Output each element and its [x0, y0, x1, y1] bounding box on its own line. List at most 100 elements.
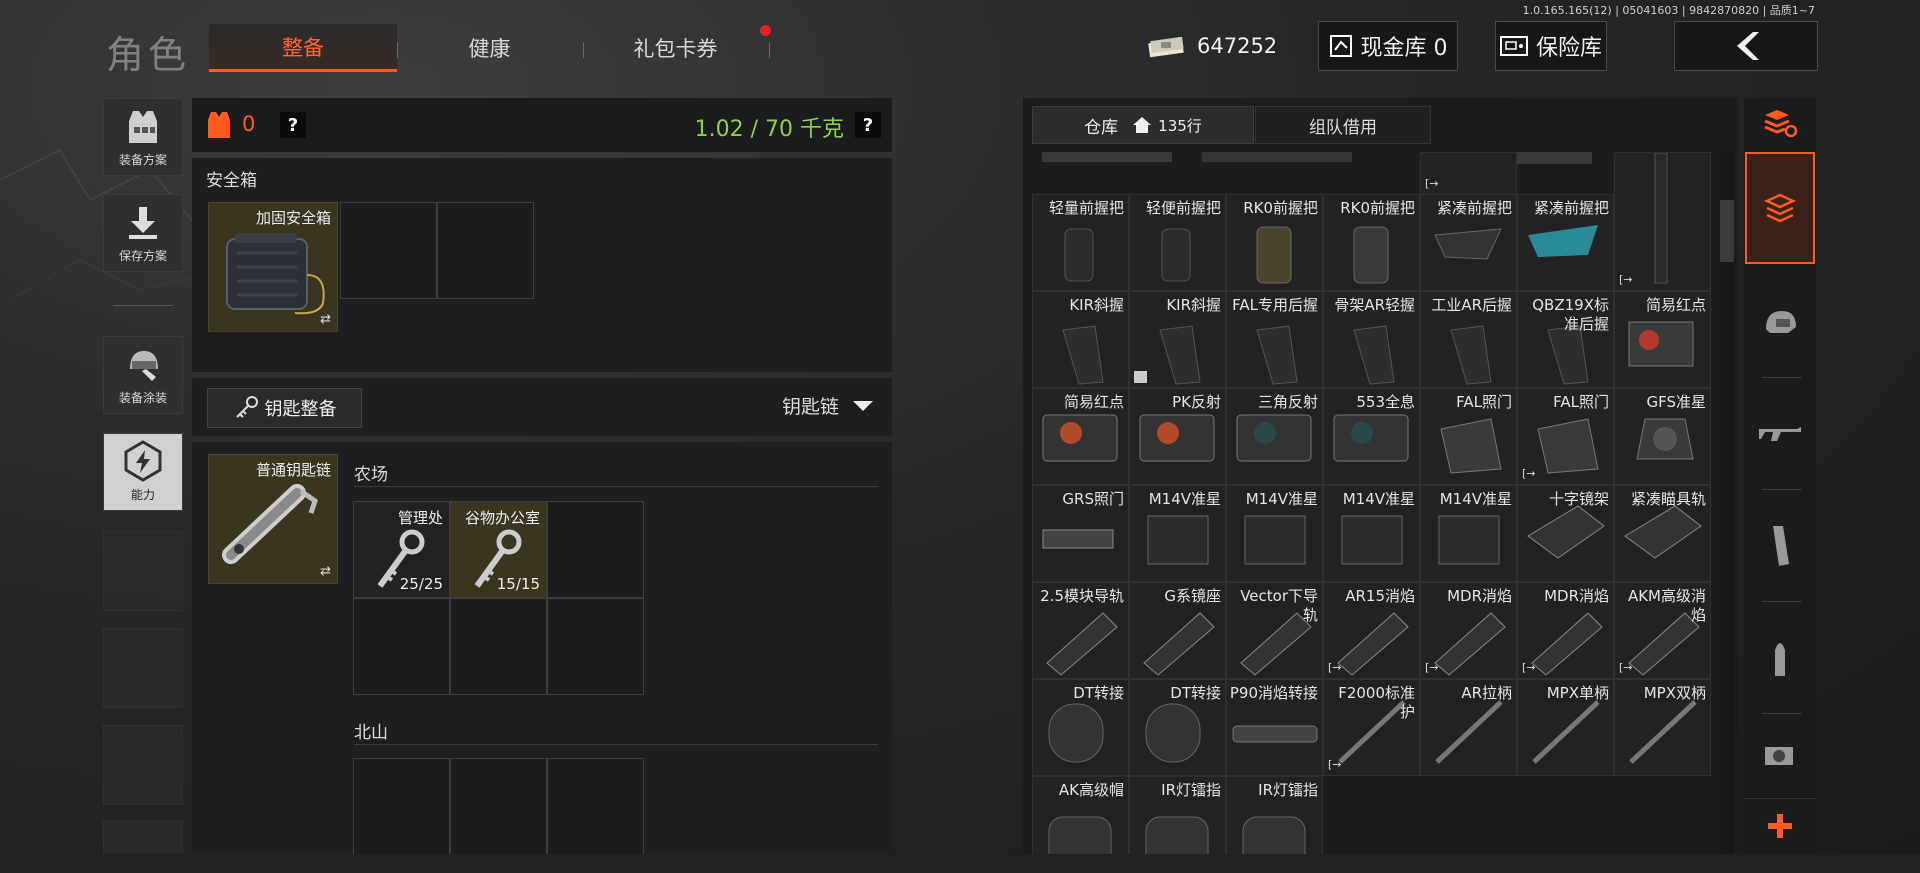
warehouse-item[interactable]: 简易红点	[1614, 291, 1711, 388]
warehouse-item-label: PK反射	[1172, 393, 1221, 411]
tab-team-borrow[interactable]: 组队借用	[1255, 106, 1431, 144]
sidebar-save-plan[interactable]: 保存方案	[103, 194, 183, 272]
warehouse-item[interactable]: FAL照门 [→	[1517, 388, 1614, 485]
cash-vault-button[interactable]: 现金库 0	[1318, 21, 1458, 71]
warehouse-item[interactable]: G系镜座	[1129, 582, 1226, 679]
scrollbar-thumb[interactable]	[1720, 200, 1734, 262]
loadout-header: 0 ? 1.02 / 70 千克 ?	[192, 98, 892, 152]
warehouse-item[interactable]: AR15消焰 [→	[1323, 582, 1420, 679]
sidebar-ability[interactable]: 能力	[103, 433, 183, 511]
warehouse-item[interactable]: KIR斜握	[1129, 291, 1226, 388]
warehouse-item[interactable]: KIR斜握	[1032, 291, 1129, 388]
warehouse-item-label: 三角反射	[1257, 393, 1318, 411]
farm-key-slot[interactable]: 管理处 25/25	[353, 501, 450, 598]
warehouse-item[interactable]: MDR消焰 [→	[1420, 582, 1517, 679]
warehouse-scrollbar[interactable]	[1720, 152, 1734, 854]
tab-gift-cards-label: 礼包卡券	[633, 37, 718, 61]
warehouse-item[interactable]: 2.5模块导轨	[1032, 582, 1129, 679]
farm-key-uses: 15/15	[496, 575, 540, 593]
category-weapons[interactable]	[1745, 378, 1815, 490]
warehouse-item[interactable]: M14V准星	[1129, 485, 1226, 582]
warehouse-item[interactable]: AKM高级消焰 [→	[1614, 582, 1711, 679]
warehouse-item[interactable]: MPX双柄	[1614, 679, 1711, 776]
key-loadout-button[interactable]: 钥匙整备	[207, 388, 362, 428]
warehouse-item[interactable]: IR灯镭指	[1129, 776, 1226, 854]
tab-gift-cards[interactable]: 礼包卡券	[583, 24, 768, 72]
cash-icon	[1148, 36, 1184, 58]
warehouse-item[interactable]: 紧凑前握把	[1420, 194, 1517, 291]
warehouse-item[interactable]: PK反射	[1129, 388, 1226, 485]
warehouse-item[interactable]: M14V准星	[1420, 485, 1517, 582]
warehouse-item[interactable]: MDR消焰 [→	[1517, 582, 1614, 679]
warehouse-item[interactable]: GRS照门	[1032, 485, 1129, 582]
warehouse-item[interactable]: RK0前握把	[1323, 194, 1420, 291]
swap-icon[interactable]: ⇄	[320, 312, 331, 327]
safe-box-slot[interactable]	[340, 202, 437, 299]
warehouse-item[interactable]: QBZ19X标准后握	[1517, 291, 1614, 388]
category-armor[interactable]	[1745, 266, 1815, 378]
armor-help-icon[interactable]: ?	[280, 112, 306, 138]
warehouse-item-label: 轻便前握把	[1145, 199, 1221, 217]
farm-key-slot[interactable]	[450, 598, 547, 695]
warehouse-item-label: 紧凑前握把	[1436, 199, 1512, 217]
warehouse-item[interactable]: M14V准星	[1226, 485, 1323, 582]
farm-key-slot[interactable]	[353, 598, 450, 695]
helmet-icon	[1766, 311, 1796, 333]
category-all[interactable]	[1745, 152, 1815, 264]
keychain-item[interactable]: 普通钥匙链 ⇄	[208, 454, 338, 584]
grid-cell-long-item[interactable]: [→	[1614, 152, 1711, 291]
warehouse-item[interactable]: RK0前握把	[1226, 194, 1323, 291]
add-category-button[interactable]	[1745, 798, 1815, 852]
warehouse-item[interactable]: FAL专用后握	[1226, 291, 1323, 388]
warehouse-item[interactable]: 轻便前握把	[1129, 194, 1226, 291]
warehouse-item[interactable]: 十字镜架	[1517, 485, 1614, 582]
warehouse-item[interactable]: F2000标准护 [→	[1323, 679, 1420, 776]
warehouse-item[interactable]: 紧凑前握把	[1517, 194, 1614, 291]
warehouse-item[interactable]: MPX单柄	[1517, 679, 1614, 776]
tab-warehouse[interactable]: 仓库 135行	[1032, 106, 1254, 144]
safe-vault-button[interactable]: 保险库	[1495, 21, 1607, 71]
safe-vault-label: 保险库	[1535, 36, 1602, 61]
farm-key-slot[interactable]	[547, 501, 644, 598]
tab-loadout[interactable]: 整备	[209, 24, 397, 72]
warehouse-item[interactable]: 553全息	[1323, 388, 1420, 485]
back-button[interactable]	[1674, 21, 1818, 71]
warehouse-item[interactable]: 骨架AR轻握	[1323, 291, 1420, 388]
warehouse-item[interactable]: 轻量前握把	[1032, 194, 1129, 291]
warehouse-item[interactable]: Vector下导轨	[1226, 582, 1323, 679]
north-key-slot[interactable]	[547, 758, 644, 855]
north-key-slot[interactable]	[450, 758, 547, 855]
warehouse-item[interactable]: IR灯镭指	[1226, 776, 1323, 854]
warehouse-item[interactable]: AK高级帽	[1032, 776, 1129, 854]
safe-box-item[interactable]: 加固安全箱 ⇄	[208, 202, 338, 332]
warehouse-item[interactable]: DT转接	[1032, 679, 1129, 776]
warehouse-item[interactable]: 工业AR后握	[1420, 291, 1517, 388]
warehouse-item[interactable]: 简易红点	[1032, 388, 1129, 485]
warehouse-item[interactable]: AR拉柄	[1420, 679, 1517, 776]
category-ammo[interactable]	[1745, 602, 1815, 714]
sidebar-loadout-plan[interactable]: 装备方案	[103, 98, 183, 176]
warehouse-item[interactable]: FAL照门	[1420, 388, 1517, 485]
north-key-slot[interactable]	[353, 758, 450, 855]
farm-key-slot[interactable]: 谷物办公室 15/15	[450, 501, 547, 598]
weight-help-icon[interactable]: ?	[855, 112, 881, 138]
warehouse-item[interactable]: GFS准星	[1614, 388, 1711, 485]
sort-button[interactable]	[1744, 98, 1816, 148]
warehouse-item[interactable]: 紧凑瞄具轨	[1614, 485, 1711, 582]
category-magazines[interactable]	[1745, 490, 1815, 602]
sidebar-equipment-paint[interactable]: 装备涂装	[103, 336, 183, 414]
warehouse-item[interactable]: DT转接	[1129, 679, 1226, 776]
category-attachments[interactable]	[1745, 714, 1815, 796]
farm-key-slot[interactable]	[547, 598, 644, 695]
swap-icon[interactable]: ⇄	[320, 564, 331, 579]
warehouse-item[interactable]: M14V准星	[1323, 485, 1420, 582]
grid-cell-partial[interactable]: [→	[1420, 152, 1517, 195]
sidebar-divider	[113, 305, 173, 306]
keychain-section: 普通钥匙链 ⇄ 农场 管理处 25/25 谷物办公室 15/15 北山	[192, 442, 892, 855]
warehouse-item[interactable]: P90消焰转接	[1226, 679, 1323, 776]
exit-icon: [→	[1522, 467, 1536, 480]
warehouse-item[interactable]: 三角反射	[1226, 388, 1323, 485]
tab-health[interactable]: 健康	[397, 24, 582, 72]
keychain-dropdown[interactable]: 钥匙链	[782, 392, 874, 419]
safe-box-slot[interactable]	[437, 202, 534, 299]
